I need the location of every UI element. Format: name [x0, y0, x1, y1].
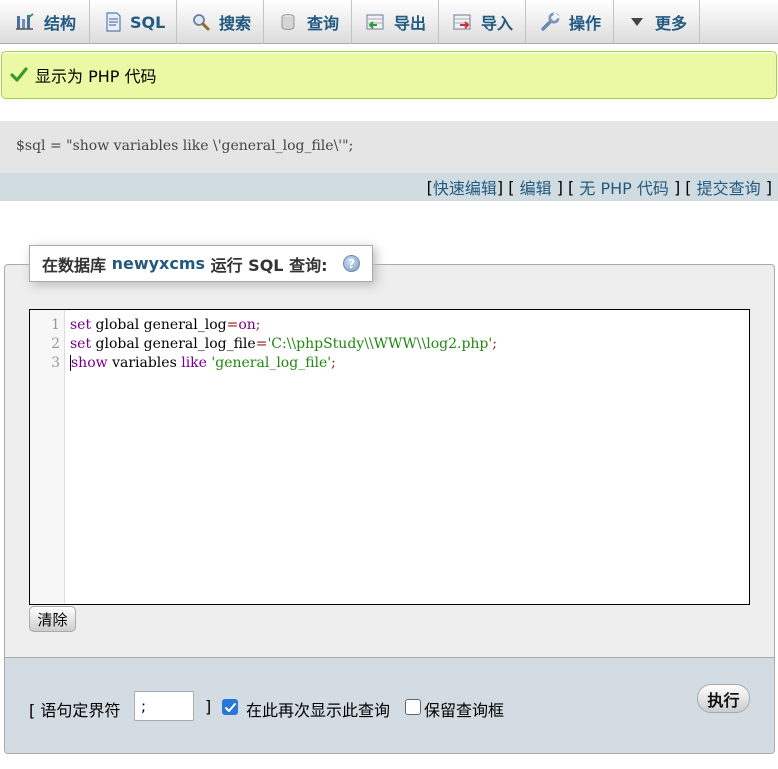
line-number: 2 [51, 336, 60, 352]
structure-icon [14, 12, 36, 32]
delimiter-input[interactable]: ; [134, 691, 194, 721]
tab-more-label: 更多 [654, 14, 687, 33]
bracket-text: ] [765, 177, 772, 197]
tab-structure-label: 结构 [44, 14, 77, 33]
export-icon [366, 12, 386, 32]
wrench-icon [540, 12, 561, 32]
import-icon [453, 12, 473, 32]
database-name: newyxcms [111, 254, 206, 273]
top-tab-bar: 结构 SQL 搜索 查询 导出 导入 操作 更多 [0, 0, 778, 44]
tab-operations[interactable]: 操作 [526, 0, 614, 44]
php-code-display: $sql = "show variables like \'general_lo… [16, 138, 354, 154]
sql-editor[interactable]: 1 set global general_log=on; 2 set globa… [29, 309, 750, 605]
tab-search-label: 搜索 [218, 14, 251, 33]
tab-query-label: 查询 [306, 14, 339, 33]
bracket-text: ] [ [556, 177, 575, 197]
success-message-text: 显示为 PHP 代码 [35, 67, 157, 86]
tab-sql[interactable]: SQL [90, 0, 177, 44]
legend-prefix: 在数据库 [42, 255, 112, 275]
tab-search[interactable]: 搜索 [177, 0, 264, 44]
submit-query-link[interactable]: 提交查询 [697, 175, 761, 199]
tab-structure[interactable]: 结构 [0, 0, 90, 44]
tab-export-label: 导出 [394, 14, 427, 33]
edit-link[interactable]: 编辑 [520, 175, 552, 199]
quick-edit-link[interactable]: 快速编辑 [433, 175, 497, 199]
no-php-code-link[interactable]: 无 PHP 代码 [579, 175, 669, 199]
sql-icon [104, 12, 122, 32]
retain-query-box-label[interactable]: 保留查询框 [424, 697, 504, 721]
delimiter-close-bracket: ] [205, 697, 212, 716]
delimiter-label: [ 语句定界符 [29, 701, 121, 720]
tab-import-label: 导入 [481, 14, 514, 33]
query-panel-title: 在数据库 newyxcms 运行 SQL 查询: ? [29, 245, 374, 282]
clear-button[interactable]: 清除 [29, 606, 76, 632]
checkmark-icon [10, 66, 28, 84]
legend-suffix: 运行 SQL 查询: [205, 255, 334, 275]
tab-export[interactable]: 导出 [352, 0, 439, 44]
editor-line[interactable]: set global general_log_file='C:\\phpStud… [70, 335, 497, 354]
line-number: 3 [51, 355, 60, 371]
show-again-checkbox[interactable] [222, 699, 238, 715]
chevron-down-icon [628, 12, 647, 32]
editor-line[interactable]: show variables like 'general_log_file'; [70, 354, 336, 373]
tab-more[interactable]: 更多 [614, 0, 700, 44]
go-button[interactable]: 执行 [697, 684, 750, 713]
query-icon [278, 12, 299, 32]
help-icon[interactable]: ? [343, 255, 361, 272]
line-number: 1 [51, 317, 60, 333]
retain-query-box-checkbox[interactable] [405, 699, 421, 715]
bracket-text: ] [ [673, 177, 692, 197]
sql-query-box: $sql = "show variables like \'general_lo… [0, 121, 778, 201]
tab-sql-label: SQL [130, 12, 166, 32]
tab-import[interactable]: 导入 [439, 0, 526, 44]
sql-action-links: [ 快速编辑 ] [ 编辑 ] [ 无 PHP 代码 ] [ 提交查询 ] [0, 173, 778, 201]
show-again-label[interactable]: 在此再次显示此查询 [246, 697, 390, 721]
tab-query[interactable]: 查询 [264, 0, 352, 44]
search-icon [191, 12, 211, 32]
success-message: 显示为 PHP 代码 [1, 51, 777, 99]
bracket-text: ] [ [496, 177, 515, 197]
editor-line[interactable]: set global general_log=on; [70, 316, 261, 335]
tab-operations-label: 操作 [568, 14, 601, 33]
